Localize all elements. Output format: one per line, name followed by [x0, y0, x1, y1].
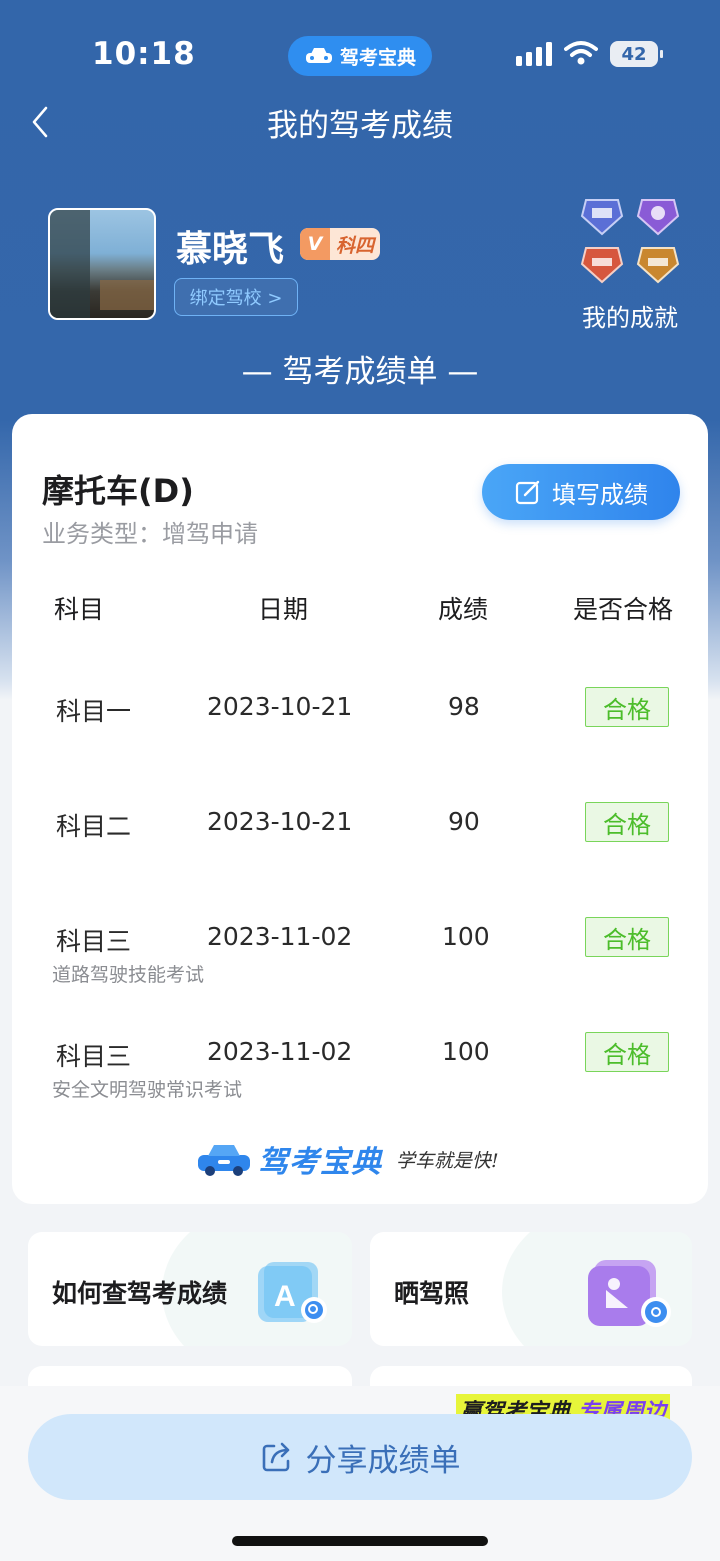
car-logo-icon	[198, 1145, 250, 1176]
table-row: 科目二 2023-10-21 90 合格	[12, 789, 708, 889]
fill-score-label: 填写成绩	[552, 480, 648, 509]
achievement-badge-icon	[580, 199, 624, 236]
column-header-subject: 科目	[54, 595, 105, 624]
vip-level-label: 科四	[335, 234, 374, 257]
license-type: 摩托车(D)	[42, 472, 194, 510]
row-score: 90	[448, 807, 480, 836]
brand-slogan: 学车就是快!	[396, 1149, 499, 1172]
status-time: 10:18	[92, 36, 196, 72]
home-indicator	[232, 1536, 488, 1546]
battery-icon: 42	[610, 41, 663, 67]
pass-badge: 合格	[585, 917, 669, 957]
car-icon	[305, 48, 332, 63]
score-card: 摩托车(D) 业务类型：增驾申请 填写成绩 科目 日期 成绩 是否合格 科目一 …	[12, 414, 708, 1204]
app-indicator-label: 驾考宝典	[339, 46, 416, 69]
row-score: 100	[442, 1037, 490, 1066]
row-subject: 科目二	[56, 812, 132, 841]
status-bar: 10:18 驾考宝典 42	[0, 0, 720, 100]
column-header-pass: 是否合格	[573, 595, 674, 624]
achievements-label[interactable]: 我的成就	[570, 298, 690, 333]
search-document-icon: A	[258, 1262, 327, 1323]
achievement-badge-icon	[636, 199, 680, 236]
fill-score-button[interactable]: 填写成绩	[482, 464, 680, 520]
username: 慕晓飞	[176, 229, 285, 270]
edit-icon	[515, 480, 540, 505]
table-row: 科目三 2023-11-02 100 合格 安全文明驾驶常识考试	[12, 1019, 708, 1119]
bind-school-button[interactable]: 绑定驾校 >	[174, 278, 298, 316]
section-title: — 驾考成绩单 —	[241, 354, 479, 390]
column-header-score: 成绩	[438, 595, 489, 624]
row-subject: 科目三	[56, 927, 132, 956]
pass-badge: 合格	[585, 687, 669, 727]
pass-badge: 合格	[585, 1032, 669, 1072]
tile-how-to-check-score[interactable]: 如何查驾考成绩 A	[28, 1232, 352, 1346]
photo-share-icon	[588, 1260, 671, 1327]
row-score: 100	[442, 922, 490, 951]
row-subject: 科目一	[56, 697, 132, 726]
row-date: 2023-11-02	[207, 1037, 353, 1066]
wifi-icon	[564, 41, 598, 65]
table-row: 科目三 2023-11-02 100 合格 道路驾驶技能考试	[12, 904, 708, 1004]
row-score: 98	[448, 692, 480, 721]
app-indicator-pill[interactable]: 驾考宝典	[288, 36, 432, 76]
row-date: 2023-11-02	[207, 922, 353, 951]
vip-level-badge[interactable]: V 科四	[300, 228, 380, 260]
row-date: 2023-10-21	[207, 807, 353, 836]
achievement-badge-icon	[580, 247, 624, 284]
column-header-date: 日期	[258, 595, 309, 624]
tile-label: 晒驾照	[394, 1279, 470, 1308]
row-date: 2023-10-21	[207, 692, 353, 721]
share-score-button[interactable]: 分享成绩单	[28, 1414, 692, 1500]
vip-v-icon: V	[300, 228, 330, 260]
share-icon	[262, 1442, 289, 1472]
row-subject: 科目三	[56, 1042, 132, 1071]
cellular-signal-icon	[516, 42, 552, 66]
page-title: 我的驾考成绩	[267, 108, 453, 144]
svg-text:A: A	[274, 1280, 296, 1313]
row-subtitle: 安全文明驾驶常识考试	[52, 1079, 243, 1101]
tile-show-license[interactable]: 晒驾照	[370, 1232, 692, 1346]
avatar[interactable]	[48, 208, 156, 320]
table-row: 科目一 2023-10-21 98 合格	[12, 674, 708, 774]
pass-badge: 合格	[585, 802, 669, 842]
brand-logo: 驾考宝典 学车就是快!	[196, 1134, 526, 1184]
row-subtitle: 道路驾驶技能考试	[52, 964, 205, 986]
business-type: 业务类型：增驾申请	[42, 520, 258, 548]
tile-label: 如何查驾考成绩	[52, 1279, 228, 1308]
brand-name: 驾考宝典	[258, 1145, 382, 1180]
share-score-label: 分享成绩单	[305, 1442, 461, 1479]
achievement-badge-icon	[636, 247, 680, 284]
